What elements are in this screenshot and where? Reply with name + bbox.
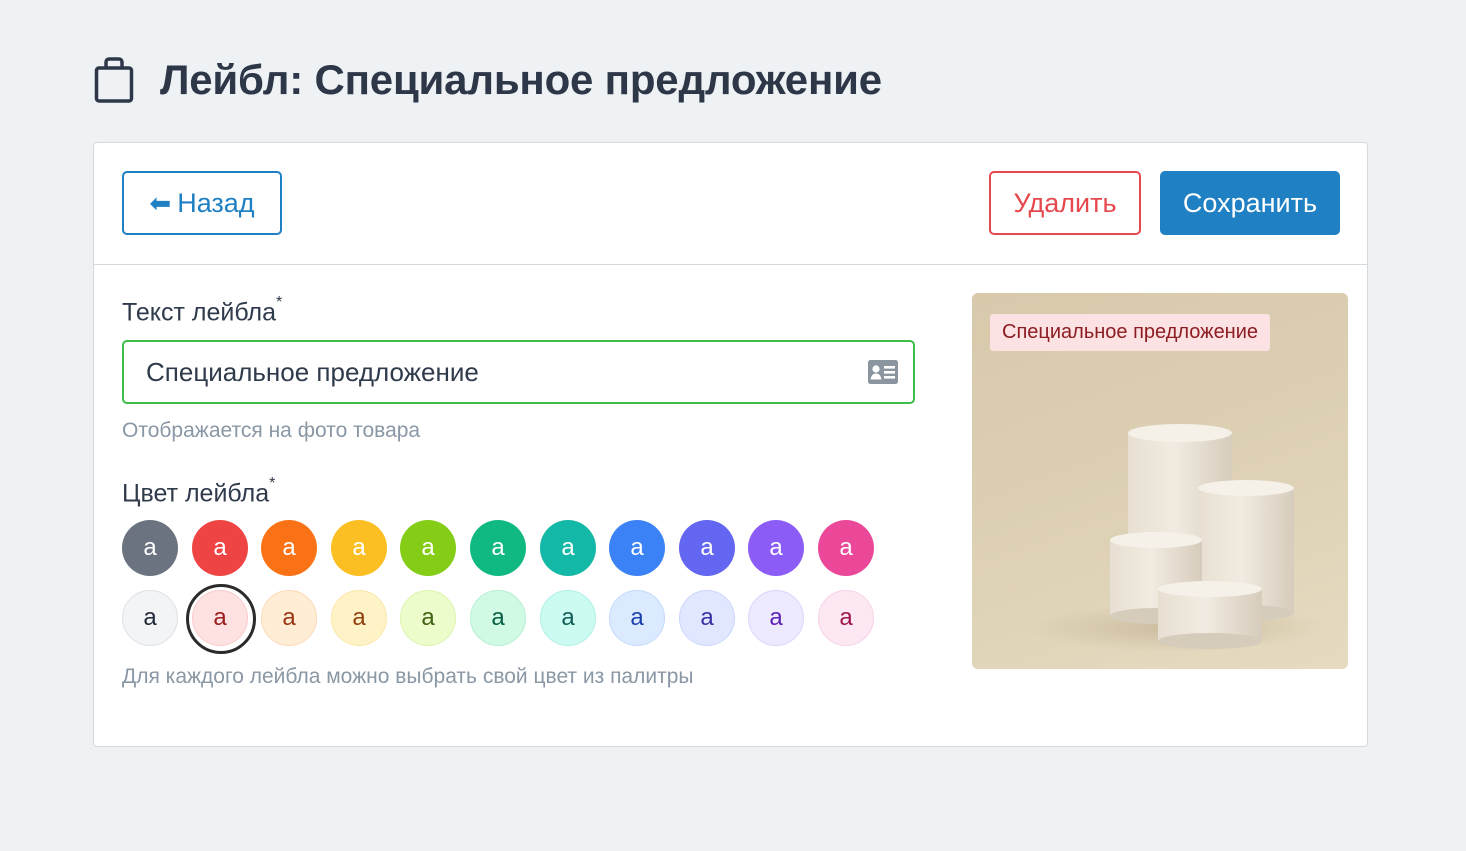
required-mark: *	[276, 294, 283, 311]
label-text-field-label: Текст лейбла*	[122, 294, 283, 327]
color-swatch-light-emerald[interactable]: a	[470, 590, 526, 646]
page-header: Лейбл: Специальное предложение	[94, 52, 882, 108]
id-card-icon[interactable]	[867, 358, 899, 386]
page-title: Лейбл: Специальное предложение	[160, 56, 882, 103]
color-swatch-light-violet[interactable]: a	[748, 590, 804, 646]
required-mark: *	[269, 475, 276, 492]
save-button[interactable]: Сохранить	[1160, 171, 1340, 235]
color-swatch-blue[interactable]: a	[609, 520, 665, 576]
label-text-input-wrapper	[122, 340, 915, 404]
delete-button[interactable]: Удалить	[989, 171, 1141, 235]
toolbar: ⬅ Назад Удалить Сохранить	[94, 143, 1367, 265]
color-swatch-light-gray[interactable]: a	[122, 590, 178, 646]
product-photo-preview: Специальное предложение	[972, 293, 1348, 669]
back-button-label: Назад	[177, 187, 255, 218]
color-swatch-pink[interactable]: a	[818, 520, 874, 576]
color-swatch-gray[interactable]: a	[122, 520, 178, 576]
label-text-input[interactable]	[124, 342, 846, 402]
arrow-left-icon: ⬅	[149, 187, 172, 218]
color-swatch-light-lime[interactable]: a	[400, 590, 456, 646]
color-swatch-indigo[interactable]: a	[679, 520, 735, 576]
label-color-hint: Для каждого лейбла можно выбрать свой цв…	[122, 665, 694, 688]
label-text-hint: Отображается на фото товара	[122, 419, 421, 442]
color-swatch-light-blue[interactable]: a	[609, 590, 665, 646]
color-swatch-light-teal[interactable]: a	[540, 590, 596, 646]
color-swatch-amber[interactable]: a	[331, 520, 387, 576]
color-swatch-teal[interactable]: a	[540, 520, 596, 576]
label-edit-card: ⬅ Назад Удалить Сохранить Текст лейбла* …	[93, 142, 1368, 747]
color-swatch-light-red[interactable]: a	[186, 584, 256, 654]
preview-label-badge: Специальное предложение	[990, 314, 1271, 351]
back-button[interactable]: ⬅ Назад	[122, 171, 282, 235]
color-swatch-emerald[interactable]: a	[470, 520, 526, 576]
color-swatch-violet[interactable]: a	[748, 520, 804, 576]
color-swatch-light-pink[interactable]: a	[818, 590, 874, 646]
label-color-field-label: Цвет лейбла*	[122, 475, 276, 508]
color-swatch-orange[interactable]: a	[261, 520, 317, 576]
color-swatch-red[interactable]: a	[192, 520, 248, 576]
color-swatch-light-orange[interactable]: a	[261, 590, 317, 646]
color-swatch-light-indigo[interactable]: a	[679, 590, 735, 646]
color-swatch-light-amber[interactable]: a	[331, 590, 387, 646]
color-swatch-lime[interactable]: a	[400, 520, 456, 576]
shopping-bag-icon	[94, 57, 134, 103]
